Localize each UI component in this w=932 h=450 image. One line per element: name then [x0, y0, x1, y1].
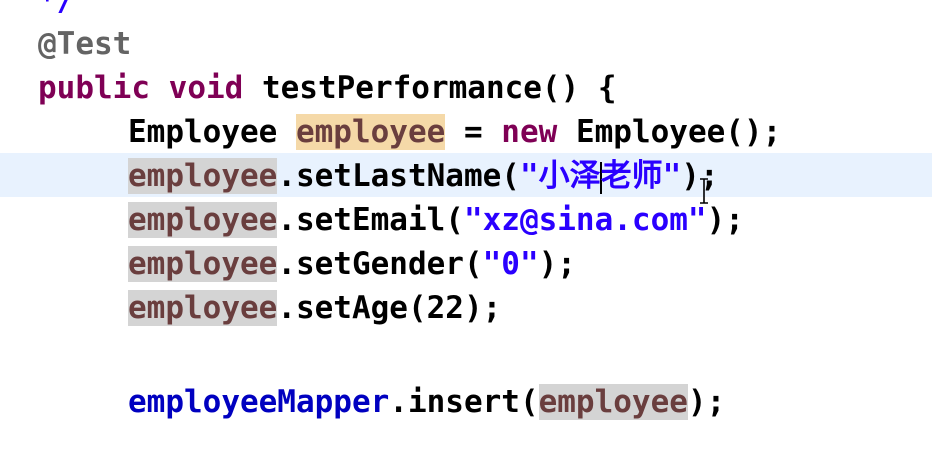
assign-operator: =	[445, 114, 502, 150]
string-literal-part: "小泽	[519, 158, 601, 194]
variable-occurrence: employee	[128, 290, 278, 326]
method-call: .insert(	[389, 384, 539, 420]
variable-occurrence: employee	[128, 158, 278, 194]
code-editor[interactable]: */ @Test public void testPerformance() {…	[0, 0, 932, 450]
string-literal: "0"	[482, 246, 539, 282]
set-last-name-line[interactable]: employee.setLastName("小泽老师");	[38, 154, 719, 198]
comment-end: */	[38, 0, 76, 18]
string-literal: "xz@sina.com"	[463, 202, 707, 238]
method-name: testPerformance() {	[243, 70, 617, 106]
set-gender-line[interactable]: employee.setGender("0");	[38, 242, 576, 286]
keyword-new: new	[501, 114, 558, 150]
set-email-line[interactable]: employee.setEmail("xz@sina.com");	[38, 198, 744, 242]
method-signature-line[interactable]: public void testPerformance() {	[38, 66, 617, 110]
variable-declaration: employee	[295, 114, 446, 150]
string-literal-part: 老师"	[600, 158, 682, 194]
insert-line[interactable]: employeeMapper.insert(employee);	[38, 380, 725, 424]
method-call: .setAge(22);	[277, 290, 502, 326]
method-call: .setGender(	[277, 246, 483, 282]
call-end: );	[706, 202, 744, 238]
variable-occurrence: employee	[128, 202, 278, 238]
annotation-line[interactable]: @Test	[38, 22, 131, 66]
method-call: .setLastName(	[277, 158, 520, 194]
keyword-public: public	[38, 70, 150, 106]
call-end: );	[687, 384, 726, 420]
variable-occurrence: employee	[128, 246, 278, 282]
field-reference: employeeMapper	[128, 384, 390, 420]
ibeam-cursor-icon	[698, 178, 710, 204]
constructor-call: Employee();	[557, 114, 782, 150]
set-age-line[interactable]: employee.setAge(22);	[38, 286, 501, 330]
call-end: );	[538, 246, 576, 282]
type-name: Employee	[128, 114, 278, 150]
variable-occurrence: employee	[538, 384, 688, 420]
declaration-line[interactable]: Employee employee = new Employee();	[38, 110, 781, 154]
keyword-void: void	[168, 70, 244, 106]
method-call: .setEmail(	[277, 202, 464, 238]
